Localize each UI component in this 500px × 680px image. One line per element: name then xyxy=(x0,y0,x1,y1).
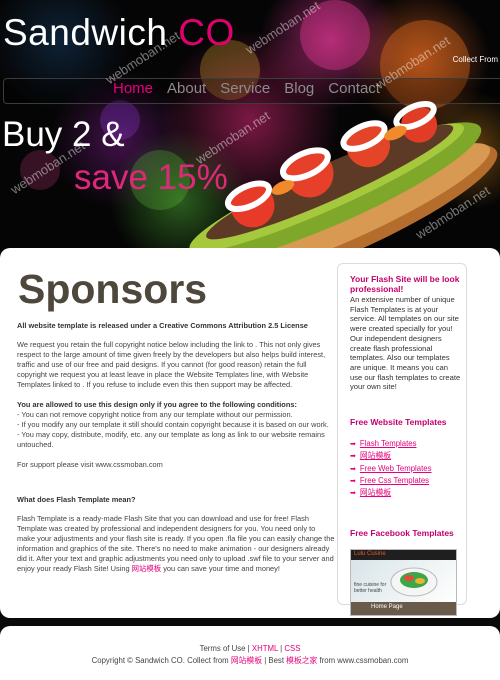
terms-of-use-text: Terms of Use xyxy=(199,644,246,653)
flash-text-end: you can save your time and money! xyxy=(161,564,280,573)
thumbnail-brand: Lulu Cusine xyxy=(354,551,386,557)
license-heading: All website template is released under a… xyxy=(17,321,308,330)
thumbnail-tagline: fine cuisine for better health xyxy=(354,582,387,594)
arrow-right-icon: ➡ xyxy=(350,490,356,498)
license-paragraph: We request you retain the full copyright… xyxy=(17,340,326,389)
flash-template-link[interactable]: 网站模板 xyxy=(132,564,162,573)
sidebar: Your Flash Site will be look professiona… xyxy=(337,263,467,616)
footer-separator: | Best xyxy=(262,656,287,665)
list-item: ➡ Free Css Templates xyxy=(350,475,462,487)
sidebar-promo-text: An extensive number of unique Flash Temp… xyxy=(350,295,461,392)
footer-links: Terms of Use | XHTML | CSS xyxy=(0,644,500,653)
footer-from-text: from www.cssmoban.com xyxy=(317,656,409,665)
site-logo[interactable]: Sandwich CO xyxy=(3,12,235,54)
sidebar-links: ➡ Flash Templates ➡ 网站模板 ➡ Free Web Templat… xyxy=(350,438,462,499)
list-item: ➡ 网站模板 xyxy=(350,450,462,462)
sidebar-links-heading: Free Website Templates xyxy=(350,417,447,427)
condition-item: - If you modify any our template it stil… xyxy=(17,420,329,429)
arrow-right-icon: ➡ xyxy=(350,453,356,461)
condition-item: - You can not remove copyright notice fr… xyxy=(17,410,293,419)
flash-heading: What does Flash Template mean? xyxy=(17,495,136,504)
footer: Terms of Use | XHTML | CSS Copyright © S… xyxy=(0,626,500,680)
page-title: Sponsors xyxy=(18,266,208,312)
sidebar-link-website-templates-2[interactable]: 网站模板 xyxy=(360,488,391,497)
sidebar-link-free-css-templates[interactable]: Free Css Templates xyxy=(360,476,429,485)
arrow-right-icon: ➡ xyxy=(350,441,356,448)
css-link[interactable]: CSS xyxy=(284,644,300,653)
nav-item-home[interactable]: Home xyxy=(113,80,153,97)
arrow-right-icon: ➡ xyxy=(350,465,356,473)
footer-copyright: Copyright © Sandwich CO. Collect from 网站… xyxy=(0,655,500,666)
xhtml-link[interactable]: XHTML xyxy=(252,644,278,653)
support-text: For support please visit www.cssmoban.co… xyxy=(17,460,163,469)
arrow-right-icon: ➡ xyxy=(350,477,356,485)
sidebar-link-free-web-templates[interactable]: Free Web Templates xyxy=(360,464,432,473)
footer-link-templates[interactable]: 网站模板 xyxy=(231,656,262,665)
list-item: ➡ 网站模板 xyxy=(350,487,462,499)
logo-accent-text: CO xyxy=(178,12,235,53)
thumbnail-bottombar xyxy=(351,602,456,615)
sidebar-link-flash-templates[interactable]: Flash Templates xyxy=(360,439,417,448)
conditions-heading: You are allowed to use this design only … xyxy=(17,400,297,409)
food-plate-icon xyxy=(390,567,438,597)
main-content: All website template is released under a… xyxy=(17,321,335,574)
flash-paragraph: Flash Template is a ready-made Flash Sit… xyxy=(17,514,335,574)
list-item: ➡ Free Web Templates xyxy=(350,463,462,475)
thumbnail-home-button: Home Page xyxy=(371,604,403,610)
facebook-template-thumbnail[interactable]: Lulu Cusine fine cuisine for better heal… xyxy=(350,549,457,616)
sidebar-link-website-templates[interactable]: 网站模板 xyxy=(360,451,391,460)
condition-item: - You may copy, distribute, modify, etc.… xyxy=(17,430,325,449)
sidebar-promo-heading: Your Flash Site will be look professiona… xyxy=(350,274,460,294)
footer-link-moban[interactable]: 模板之家 xyxy=(286,656,317,665)
sidebar-facebook-heading: Free Facebook Templates xyxy=(350,528,454,538)
header-banner: Sandwich CO Collect From Home About Serv… xyxy=(0,0,500,250)
main-panel: Sponsors All website template is release… xyxy=(0,248,500,618)
list-item: ➡ Flash Templates xyxy=(350,438,462,450)
collect-from-text: Collect From xyxy=(452,55,498,64)
copyright-text: Copyright © Sandwich CO. Collect from xyxy=(91,656,231,665)
